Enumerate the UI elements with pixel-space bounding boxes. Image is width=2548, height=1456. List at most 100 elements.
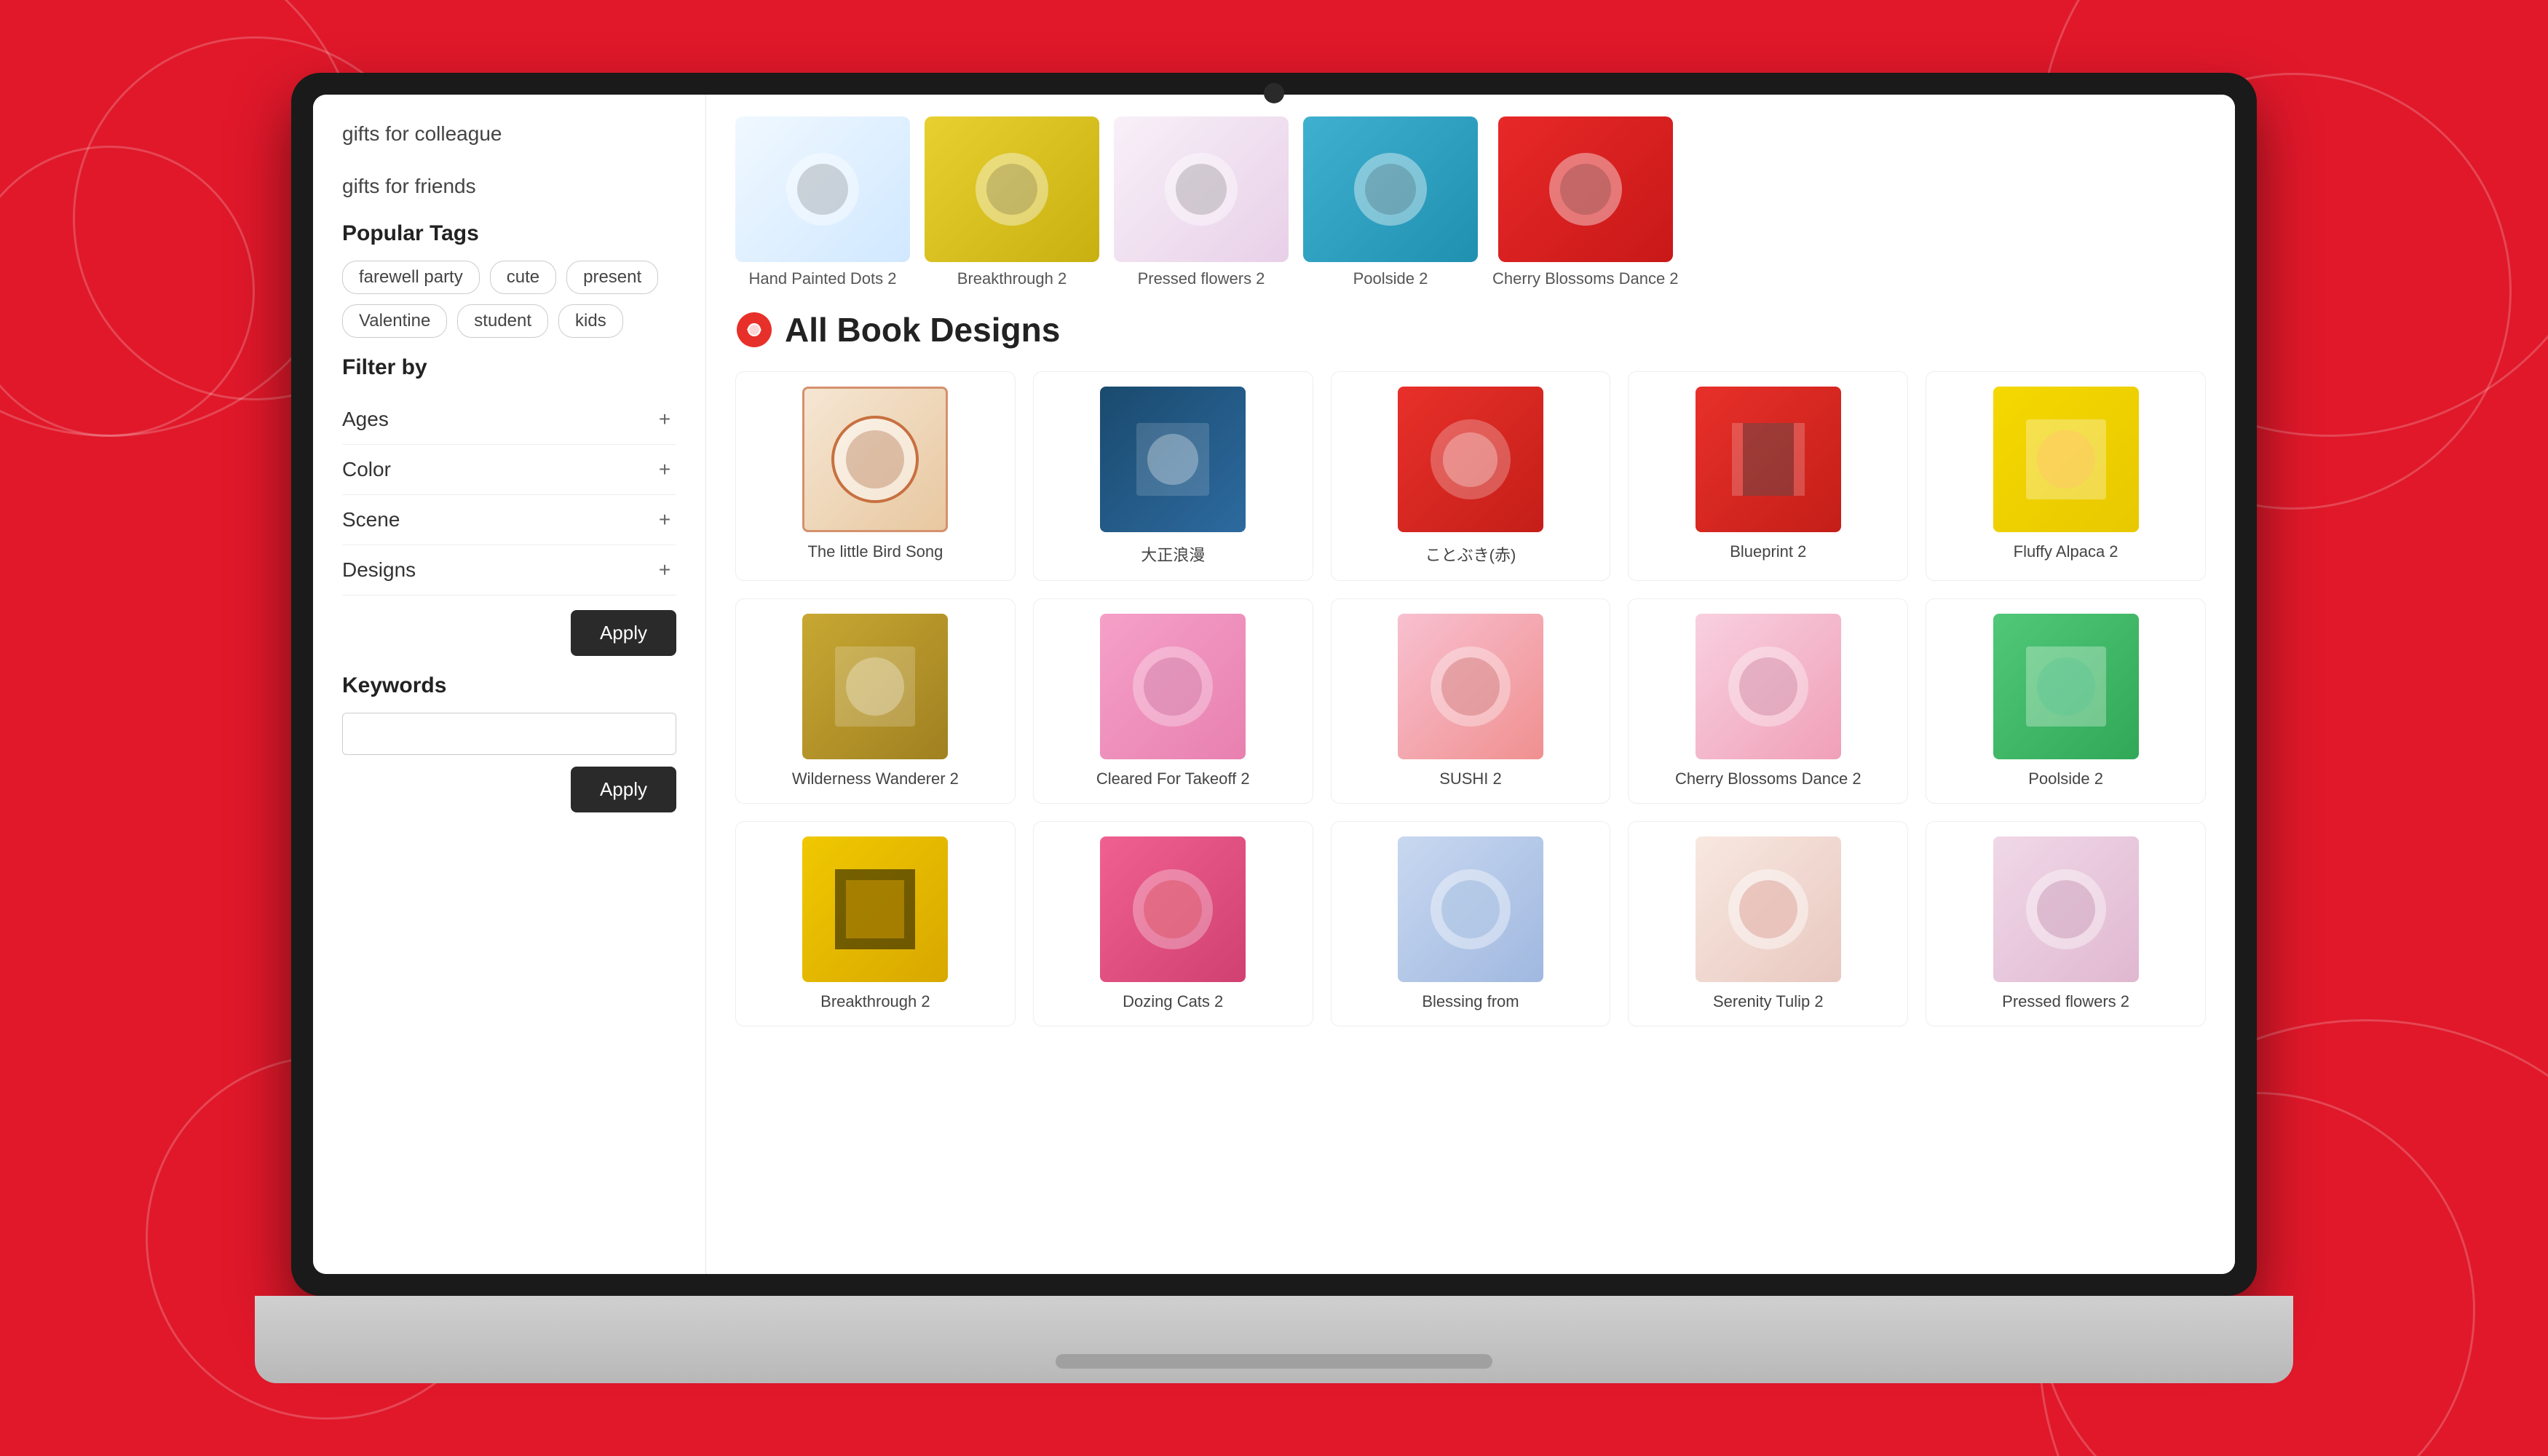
top-preview-card-breakthrough bbox=[925, 116, 1099, 262]
design-thumbnail-dozing-cats bbox=[1100, 836, 1246, 982]
filter-ages-label: Ages bbox=[342, 408, 389, 431]
design-card-breakthrough[interactable]: Breakthrough 2 bbox=[735, 821, 1016, 1026]
top-preview-pressed-flowers[interactable]: Pressed flowers 2 bbox=[1114, 116, 1289, 288]
design-grid-row1: The little Bird Song 大正浪漫 bbox=[735, 371, 2206, 581]
top-preview-hand-painted[interactable]: Hand Painted Dots 2 bbox=[735, 116, 910, 288]
design-thumbnail-cleared bbox=[1100, 614, 1246, 759]
design-card-little-bird-song[interactable]: The little Bird Song bbox=[735, 371, 1016, 581]
main-content: Hand Painted Dots 2 Breakthrough 2 Press… bbox=[706, 95, 2235, 1274]
design-card-serenity-tulip[interactable]: Serenity Tulip 2 bbox=[1628, 821, 1908, 1026]
tag-farewell-party[interactable]: farewell party bbox=[342, 261, 480, 294]
design-name-cherry-blossoms: Cherry Blossoms Dance 2 bbox=[1675, 769, 1861, 788]
design-name-sushi: SUSHI 2 bbox=[1439, 769, 1502, 788]
design-card-blueprint-2[interactable]: Blueprint 2 bbox=[1628, 371, 1908, 581]
laptop-camera bbox=[1264, 83, 1284, 103]
design-thumbnail-serenity-tulip bbox=[1696, 836, 1841, 982]
laptop-screen: gifts for colleague gifts for friends Po… bbox=[313, 95, 2235, 1274]
top-preview-breakthrough[interactable]: Breakthrough 2 bbox=[925, 116, 1099, 288]
laptop-bezel: gifts for colleague gifts for friends Po… bbox=[291, 73, 2257, 1296]
design-thumbnail-blueprint-2 bbox=[1696, 387, 1841, 532]
design-name-little-bird-song: The little Bird Song bbox=[807, 542, 943, 561]
design-thumbnail-cherry-blossoms bbox=[1696, 614, 1841, 759]
design-name-wilderness: Wilderness Wanderer 2 bbox=[792, 769, 959, 788]
design-name-kotobuki: ことぶき(赤) bbox=[1425, 542, 1516, 566]
design-card-blessing[interactable]: Blessing from bbox=[1331, 821, 1611, 1026]
top-preview-card-hand-painted bbox=[735, 116, 910, 262]
top-preview-label-hand-painted: Hand Painted Dots 2 bbox=[748, 269, 896, 288]
design-grid-row3: Breakthrough 2 Dozing Cats 2 bbox=[735, 821, 2206, 1026]
design-name-blueprint-2: Blueprint 2 bbox=[1730, 542, 1806, 561]
filter-scene-icon: + bbox=[653, 508, 676, 531]
design-name-serenity-tulip: Serenity Tulip 2 bbox=[1713, 992, 1824, 1011]
filter-color-icon: + bbox=[653, 458, 676, 481]
section-header-title: All Book Designs bbox=[785, 310, 1060, 349]
design-name-dozing-cats: Dozing Cats 2 bbox=[1123, 992, 1223, 1011]
filter-section: Filter by Ages + Color + Scene + bbox=[342, 355, 676, 656]
design-thumbnail-kotobuki bbox=[1398, 387, 1543, 532]
design-thumbnail-taisho bbox=[1100, 387, 1246, 532]
sidebar-nav-gifts-colleague[interactable]: gifts for colleague bbox=[342, 116, 676, 151]
top-preview-label-poolside: Poolside 2 bbox=[1353, 269, 1428, 288]
design-card-pressed-flowers[interactable]: Pressed flowers 2 bbox=[1926, 821, 2206, 1026]
design-grid-row2: Wilderness Wanderer 2 Cleared For Takeof… bbox=[735, 598, 2206, 804]
top-preview-card-poolside bbox=[1303, 116, 1478, 262]
laptop-base bbox=[255, 1296, 2293, 1383]
design-name-cleared: Cleared For Takeoff 2 bbox=[1096, 769, 1250, 788]
design-name-blessing: Blessing from bbox=[1422, 992, 1519, 1011]
sidebar-nav-gifts-friends[interactable]: gifts for friends bbox=[342, 169, 676, 204]
design-thumbnail-sushi bbox=[1398, 614, 1543, 759]
design-name-taisho: 大正浪漫 bbox=[1141, 542, 1205, 566]
design-name-pressed-flowers: Pressed flowers 2 bbox=[2002, 992, 2129, 1011]
tag-student[interactable]: student bbox=[457, 304, 548, 338]
top-previews-row: Hand Painted Dots 2 Breakthrough 2 Press… bbox=[735, 116, 2206, 288]
sidebar: gifts for colleague gifts for friends Po… bbox=[313, 95, 706, 1274]
popular-tags-section: Popular Tags farewell party cute present… bbox=[342, 221, 676, 338]
popular-tags-title: Popular Tags bbox=[342, 221, 676, 246]
design-thumbnail-fluffy-alpaca-2 bbox=[1993, 387, 2139, 532]
top-preview-label-breakthrough: Breakthrough 2 bbox=[957, 269, 1067, 288]
filter-designs-label: Designs bbox=[342, 558, 416, 582]
design-thumbnail-wilderness bbox=[802, 614, 948, 759]
filter-ages-icon: + bbox=[653, 408, 676, 431]
top-preview-cherry[interactable]: Cherry Blossoms Dance 2 bbox=[1492, 116, 1679, 288]
keywords-apply-button[interactable]: Apply bbox=[571, 767, 676, 812]
tag-present[interactable]: present bbox=[566, 261, 658, 294]
laptop-container: gifts for colleague gifts for friends Po… bbox=[255, 73, 2293, 1383]
top-preview-label-cherry: Cherry Blossoms Dance 2 bbox=[1492, 269, 1679, 288]
top-preview-card-pressed-flowers bbox=[1114, 116, 1289, 262]
filter-color-label: Color bbox=[342, 458, 391, 481]
design-card-wilderness[interactable]: Wilderness Wanderer 2 bbox=[735, 598, 1016, 804]
filter-scene-label: Scene bbox=[342, 508, 400, 531]
design-card-cherry-blossoms[interactable]: Cherry Blossoms Dance 2 bbox=[1628, 598, 1908, 804]
tag-kids[interactable]: kids bbox=[558, 304, 623, 338]
tag-valentine[interactable]: Valentine bbox=[342, 304, 447, 338]
design-thumbnail-pressed-flowers bbox=[1993, 836, 2139, 982]
filter-apply-button[interactable]: Apply bbox=[571, 610, 676, 656]
design-name-poolside: Poolside 2 bbox=[2028, 769, 2103, 788]
design-name-fluffy-alpaca-2: Fluffy Alpaca 2 bbox=[2014, 542, 2118, 561]
design-card-cleared[interactable]: Cleared For Takeoff 2 bbox=[1033, 598, 1313, 804]
design-name-breakthrough: Breakthrough 2 bbox=[820, 992, 930, 1011]
keywords-section: Keywords Apply bbox=[342, 673, 676, 812]
design-card-taisho[interactable]: 大正浪漫 bbox=[1033, 371, 1313, 581]
keywords-title: Keywords bbox=[342, 673, 676, 698]
tags-grid: farewell party cute present Valentine st… bbox=[342, 261, 676, 338]
filter-ages[interactable]: Ages + bbox=[342, 395, 676, 445]
design-card-fluffy-alpaca-2[interactable]: Fluffy Alpaca 2 bbox=[1926, 371, 2206, 581]
filter-scene[interactable]: Scene + bbox=[342, 495, 676, 545]
filter-color[interactable]: Color + bbox=[342, 445, 676, 495]
top-preview-card-cherry bbox=[1498, 116, 1673, 262]
filter-designs[interactable]: Designs + bbox=[342, 545, 676, 596]
filter-designs-icon: + bbox=[653, 558, 676, 582]
tag-cute[interactable]: cute bbox=[490, 261, 556, 294]
keywords-input[interactable] bbox=[342, 713, 676, 755]
design-card-kotobuki[interactable]: ことぶき(赤) bbox=[1331, 371, 1611, 581]
top-preview-label-pressed-flowers: Pressed flowers 2 bbox=[1138, 269, 1265, 288]
design-thumbnail-poolside bbox=[1993, 614, 2139, 759]
design-card-dozing-cats[interactable]: Dozing Cats 2 bbox=[1033, 821, 1313, 1026]
filter-title: Filter by bbox=[342, 355, 676, 380]
design-thumbnail-breakthrough bbox=[802, 836, 948, 982]
top-preview-poolside[interactable]: Poolside 2 bbox=[1303, 116, 1478, 288]
design-card-sushi[interactable]: SUSHI 2 bbox=[1331, 598, 1611, 804]
design-card-poolside[interactable]: Poolside 2 bbox=[1926, 598, 2206, 804]
